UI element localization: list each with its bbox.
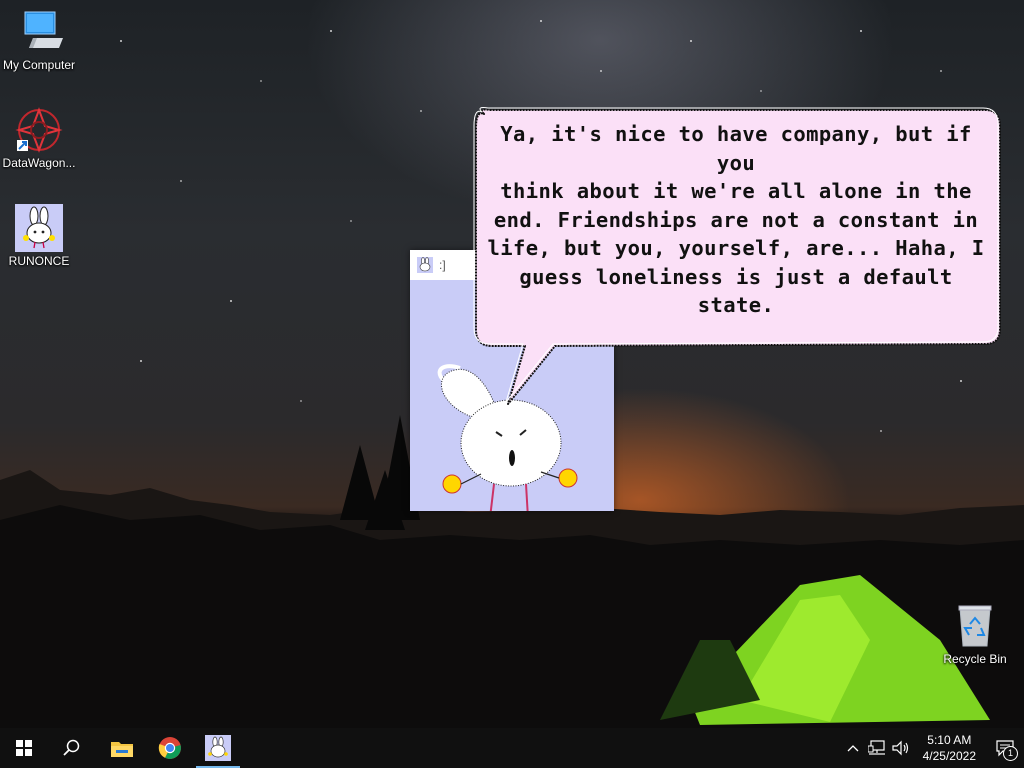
bunny-icon [417, 257, 433, 273]
taskbar: 5:10 AM 4/25/2022 1 [0, 728, 1024, 768]
volume-button[interactable] [889, 728, 913, 768]
folder-icon [111, 742, 133, 757]
chrome-icon [158, 737, 181, 759]
desktop-icon-runonce[interactable]: RUNONCE [0, 204, 78, 268]
desktop-icon-label: DataWagon... [2, 156, 76, 170]
chrome-button[interactable] [146, 728, 194, 768]
speaker-icon [892, 740, 908, 756]
desktop-icon-label: RUNONCE [8, 254, 70, 268]
speech-line: life, but you, yourself, are... Haha, I [487, 236, 985, 260]
speech-line: guess loneliness is just a default state… [519, 264, 953, 318]
recycle-bin-icon [951, 602, 999, 650]
windows-start-icon [16, 740, 32, 756]
action-center-button[interactable]: 1 [986, 728, 1024, 768]
runonce-icon [15, 204, 63, 252]
system-tray: 5:10 AM 4/25/2022 1 [841, 728, 1024, 768]
network-icon [867, 740, 885, 755]
bunny-app-taskbar-button[interactable] [194, 728, 242, 768]
search-button[interactable] [48, 728, 96, 768]
clock[interactable]: 5:10 AM 4/25/2022 [913, 732, 986, 764]
chevron-up-icon [847, 745, 859, 752]
speech-bubble: Ya, it's nice to have company, but if yo… [470, 104, 1004, 414]
file-explorer-button[interactable] [98, 728, 146, 768]
desktop-icon-recycle-bin[interactable]: Recycle Bin [936, 602, 1014, 666]
speech-line: Ya, it's nice to have company, but if yo… [500, 122, 972, 175]
window-title: :] [439, 258, 446, 272]
desktop-icon-my-computer[interactable]: My Computer [0, 8, 78, 72]
bunny-icon [205, 735, 231, 761]
notification-badge: 1 [1003, 746, 1018, 761]
desktop[interactable]: My Computer DataWagon... RUNONCE Recycle… [0, 0, 1024, 768]
speech-line: think about it we're all alone in the [500, 179, 972, 203]
computer-icon [15, 8, 63, 56]
search-icon [63, 739, 80, 756]
clock-time: 5:10 AM [927, 733, 972, 747]
desktop-icon-label: Recycle Bin [943, 652, 1007, 666]
start-button[interactable] [0, 728, 48, 768]
show-hidden-icons-button[interactable] [841, 728, 865, 768]
speech-bubble-text: Ya, it's nice to have company, but if yo… [484, 120, 988, 320]
desktop-icon-label: My Computer [2, 58, 76, 72]
desktop-icon-datawagon[interactable]: DataWagon... [0, 106, 78, 170]
network-button[interactable] [865, 728, 889, 768]
datawagon-icon [15, 106, 63, 154]
clock-date: 4/25/2022 [922, 749, 976, 763]
speech-line: end. Friendships are not a constant in [493, 207, 979, 232]
